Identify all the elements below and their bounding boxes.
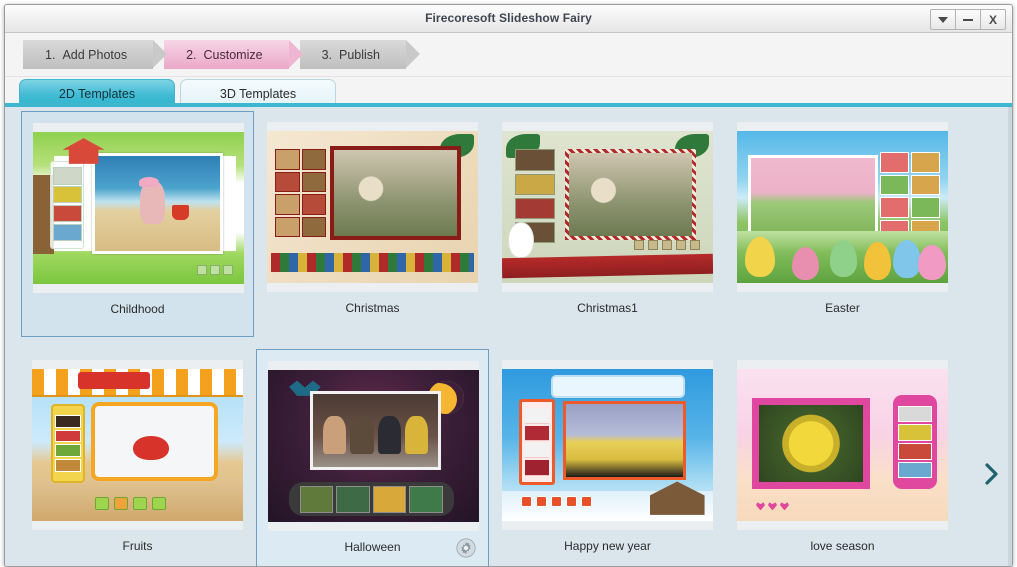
template-thumbnail xyxy=(33,123,244,293)
template-label: Christmas1 xyxy=(577,301,638,315)
app-window: Firecoresoft Slideshow Fairy X 1. Add Pho… xyxy=(4,4,1013,567)
minimize-icon xyxy=(963,18,973,21)
chevron-right-icon xyxy=(985,463,998,485)
chevron-down-icon xyxy=(938,16,948,23)
template-thumbnail xyxy=(268,361,479,531)
template-card-christmas1[interactable]: Christmas1 xyxy=(491,111,724,337)
step-publish[interactable]: 3. Publish xyxy=(299,40,421,69)
step-number: 2. xyxy=(186,47,197,62)
template-label: Fruits xyxy=(122,539,153,553)
template-card-love-season[interactable]: love season xyxy=(726,349,959,566)
step-label: Add Photos xyxy=(62,47,128,62)
love-season-scene xyxy=(737,369,948,521)
step-breadcrumb: 1. Add Photos 2. Customize 3. Publish xyxy=(23,40,421,69)
template-row: Childhood Christmas Christmas1 Easter xyxy=(21,111,971,337)
template-label: Christmas xyxy=(345,301,400,315)
childhood-scene xyxy=(33,132,244,284)
title-bar: Firecoresoft Slideshow Fairy X xyxy=(5,5,1012,33)
template-thumbnail xyxy=(737,122,948,292)
template-label: Easter xyxy=(825,301,860,315)
window-controls: X xyxy=(930,9,1006,30)
next-page-button[interactable] xyxy=(978,459,1004,489)
template-thumbnail xyxy=(267,122,478,292)
template-thumbnail xyxy=(32,360,243,530)
template-card-childhood[interactable]: Childhood xyxy=(21,111,254,337)
step-customize[interactable]: 2. Customize xyxy=(164,40,304,69)
step-label: Customize xyxy=(203,47,263,62)
window-title: Firecoresoft Slideshow Fairy xyxy=(425,11,592,25)
template-row: Fruits Halloween Happy new year love sea… xyxy=(21,349,971,566)
template-thumbnail xyxy=(502,122,713,292)
close-button[interactable]: X xyxy=(980,9,1006,30)
step-add-photos[interactable]: 1. Add Photos xyxy=(23,40,168,69)
step-bar: 1. Add Photos 2. Customize 3. Publish xyxy=(5,33,1012,77)
step-number: 3. xyxy=(321,47,332,62)
template-card-fruits[interactable]: Fruits xyxy=(21,349,254,566)
christmas-scene xyxy=(267,131,478,283)
template-card-christmas[interactable]: Christmas xyxy=(256,111,489,337)
step-label: Publish xyxy=(339,47,380,62)
template-thumbnail xyxy=(502,360,713,530)
happy-new-year-scene xyxy=(502,369,713,521)
halloween-scene xyxy=(268,370,479,522)
step-number: 1. xyxy=(45,47,56,62)
tab-bar: 2D Templates 3D Templates xyxy=(5,77,1012,107)
fruits-scene xyxy=(32,369,243,521)
dropdown-button[interactable] xyxy=(930,9,956,30)
template-label: love season xyxy=(810,539,875,553)
template-label: Happy new year xyxy=(564,539,651,553)
close-icon: X xyxy=(988,12,997,27)
easter-scene xyxy=(737,131,948,283)
minimize-button[interactable] xyxy=(955,9,981,30)
template-thumbnail xyxy=(737,360,948,530)
template-card-easter[interactable]: Easter xyxy=(726,111,959,337)
christmas1-scene xyxy=(502,131,713,283)
template-gallery: Childhood Christmas Christmas1 Easter Fr… xyxy=(5,107,1012,566)
tab-label: 2D Templates xyxy=(58,86,136,101)
template-label: Childhood xyxy=(110,302,165,316)
template-grid: Childhood Christmas Christmas1 Easter Fr… xyxy=(21,111,971,566)
template-card-halloween[interactable]: Halloween xyxy=(256,349,489,566)
gear-icon[interactable] xyxy=(456,538,476,558)
template-card-happy-new-year[interactable]: Happy new year xyxy=(491,349,724,566)
template-label: Halloween xyxy=(344,540,401,554)
scroll-gutter[interactable] xyxy=(1008,107,1012,566)
tab-label: 3D Templates xyxy=(219,86,297,101)
